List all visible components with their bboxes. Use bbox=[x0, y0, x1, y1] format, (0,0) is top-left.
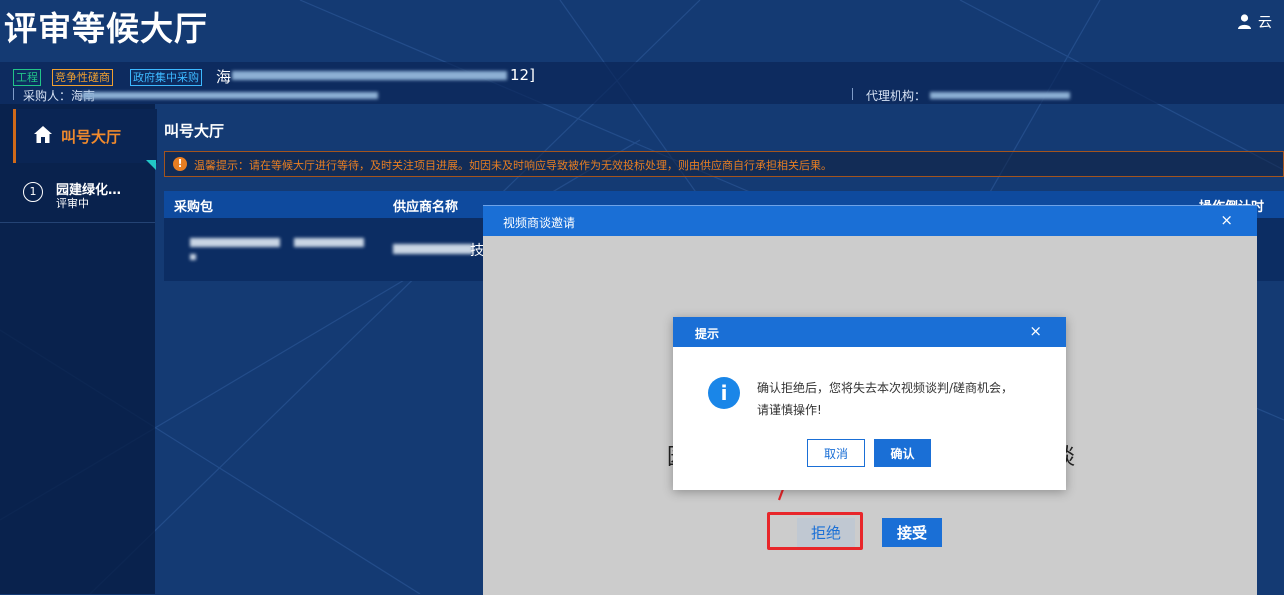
supplier-name-fragment: 技 bbox=[470, 243, 484, 259]
sidebar-project-status: 评审中 bbox=[56, 197, 89, 210]
close-icon[interactable]: × bbox=[1220, 211, 1233, 229]
page-title: 叫号大厅 bbox=[164, 122, 225, 140]
supplier-redacted bbox=[393, 244, 473, 254]
divider bbox=[852, 88, 853, 100]
sidebar-item-project[interactable]: 1 园建绿化… 评审中 bbox=[0, 170, 155, 223]
project-name-redacted bbox=[232, 71, 507, 80]
modal-header: 视频商谈邀请 × bbox=[483, 206, 1257, 236]
package-redacted bbox=[190, 238, 280, 247]
column-header-package: 采购包 bbox=[174, 200, 214, 215]
dialog-message: 确认拒绝后，您将失去本次视频谈判/磋商机会， bbox=[757, 381, 1014, 395]
tag-government-procurement: 政府集中采购 bbox=[130, 69, 202, 86]
divider bbox=[13, 88, 14, 100]
project-number-badge: 1 bbox=[23, 182, 43, 202]
project-name: 海 bbox=[216, 68, 232, 86]
project-code-suffix: 12] bbox=[510, 66, 535, 84]
dialog-message: 请谨慎操作! bbox=[757, 403, 822, 417]
dialog-title: 提示 bbox=[695, 327, 720, 341]
corner-marker bbox=[146, 160, 156, 170]
home-icon bbox=[34, 126, 52, 143]
package-redacted bbox=[190, 254, 196, 260]
annotation-highlight-box bbox=[767, 512, 863, 550]
notice-banner: ! 温馨提示：请在等候大厅进行等待，及时关注项目进展。如因未及时响应导致被作为无… bbox=[164, 151, 1284, 177]
sidebar-item-call-hall[interactable]: 叫号大厅 bbox=[13, 109, 157, 163]
agency-redacted bbox=[930, 92, 1070, 99]
tag-competitive-negotiation: 竞争性磋商 bbox=[52, 69, 113, 86]
dialog-header: 提示 × bbox=[673, 317, 1066, 347]
project-info-bar: 工程 竞争性磋商 政府集中采购 海 12] 采购人：海南 代理机构： bbox=[0, 62, 1284, 104]
modal-title: 视频商谈邀请 bbox=[503, 216, 576, 230]
cancel-button[interactable]: 取消 bbox=[807, 439, 865, 467]
user-menu[interactable]: 云 bbox=[1238, 10, 1284, 34]
tag-engineering: 工程 bbox=[13, 69, 41, 86]
purchaser-redacted bbox=[82, 92, 378, 99]
close-icon[interactable]: × bbox=[1029, 322, 1042, 340]
agency-label: 代理机构： bbox=[866, 89, 927, 103]
app-title: 评审等候大厅 bbox=[4, 9, 208, 48]
package-redacted bbox=[294, 238, 364, 247]
notice-text: 温馨提示：请在等候大厅进行等待，及时关注项目进展。如因未及时响应导致被作为无效投… bbox=[194, 159, 832, 172]
user-icon bbox=[1238, 14, 1251, 29]
warning-icon: ! bbox=[173, 157, 187, 171]
user-name: 云 bbox=[1258, 15, 1272, 31]
confirm-dialog: 提示 × i 确认拒绝后，您将失去本次视频谈判/磋商机会， 请谨慎操作! 取消 … bbox=[673, 317, 1066, 490]
sidebar: 叫号大厅 1 园建绿化… 评审中 bbox=[0, 104, 157, 594]
column-header-supplier: 供应商名称 bbox=[393, 200, 459, 215]
accept-button[interactable]: 接受 bbox=[882, 518, 942, 547]
sidebar-item-label: 叫号大厅 bbox=[61, 128, 122, 146]
info-icon: i bbox=[708, 377, 740, 409]
confirm-button[interactable]: 确认 bbox=[874, 439, 931, 467]
